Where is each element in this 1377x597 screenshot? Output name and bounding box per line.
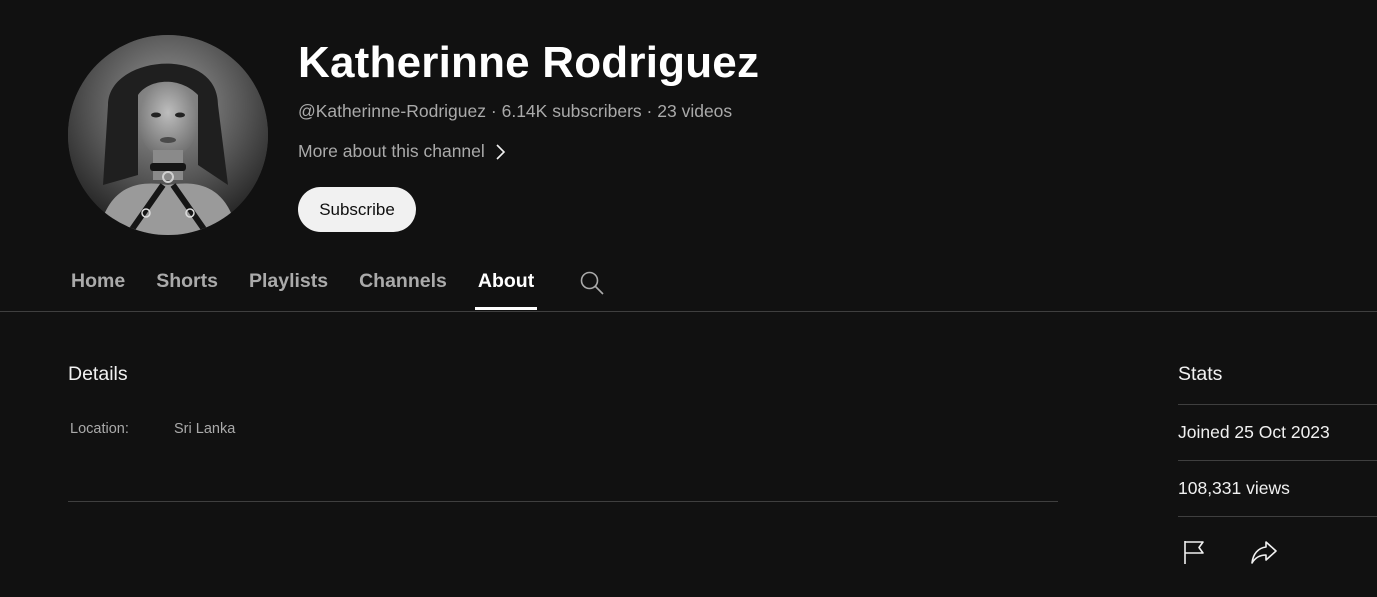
- joined-date: Joined 25 Oct 2023: [1178, 422, 1330, 442]
- video-count: 23 videos: [657, 101, 733, 121]
- details-heading: Details: [68, 363, 128, 385]
- subscribe-button[interactable]: Subscribe: [298, 187, 416, 232]
- stats-heading: Stats: [1178, 363, 1223, 385]
- search-icon[interactable]: [579, 258, 605, 310]
- details-divider: [68, 501, 1058, 502]
- location-label: Location:: [70, 421, 129, 437]
- tab-playlists[interactable]: Playlists: [246, 258, 331, 310]
- channel-tabs: Home Shorts Playlists Channels About: [68, 258, 605, 311]
- channel-handle: @Katherinne-Rodriguez: [298, 101, 487, 121]
- channel-avatar[interactable]: [68, 35, 268, 235]
- tab-home[interactable]: Home: [68, 258, 128, 310]
- meta-separator: ·: [490, 101, 497, 121]
- stats-divider: [1178, 516, 1377, 517]
- chevron-right-icon: [495, 143, 507, 161]
- more-about-channel-link[interactable]: More about this channel: [298, 141, 507, 162]
- view-count: 108,331 views: [1178, 478, 1290, 498]
- meta-separator: ·: [646, 101, 653, 121]
- tab-about[interactable]: About: [474, 258, 538, 310]
- stats-divider: [1178, 460, 1377, 461]
- tab-channels[interactable]: Channels: [356, 258, 450, 310]
- stats-divider: [1178, 404, 1377, 405]
- channel-meta: @Katherinne-Rodriguez · 6.14K subscriber…: [298, 101, 732, 122]
- tab-shorts[interactable]: Shorts: [153, 258, 221, 310]
- more-about-label: More about this channel: [298, 141, 485, 161]
- avatar-photo: [68, 35, 268, 235]
- share-icon[interactable]: [1249, 537, 1279, 567]
- channel-name: Katherinne Rodriguez: [298, 38, 760, 87]
- location-value: Sri Lanka: [174, 421, 236, 437]
- channel-page: Katherinne Rodriguez @Katherinne-Rodrigu…: [0, 0, 1377, 597]
- tabs-divider: [0, 311, 1377, 312]
- subscriber-count: 6.14K subscribers: [501, 101, 642, 121]
- flag-icon[interactable]: [1179, 537, 1209, 567]
